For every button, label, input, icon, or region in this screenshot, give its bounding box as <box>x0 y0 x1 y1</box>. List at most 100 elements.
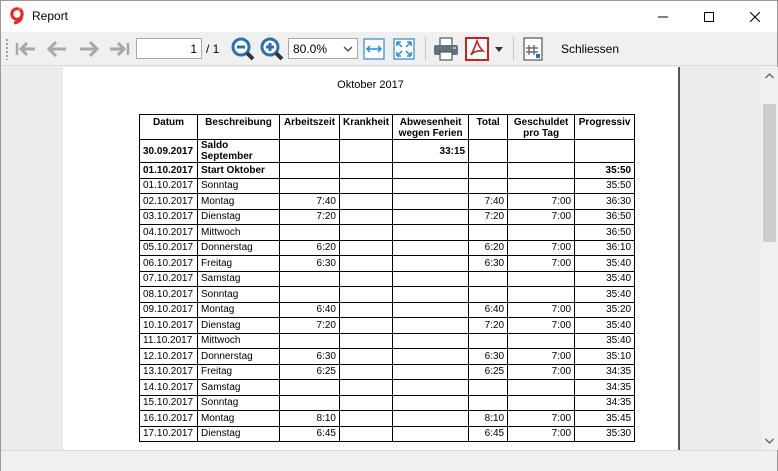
cell-total: 6:45 <box>468 425 509 442</box>
cell-work-time <box>279 286 340 303</box>
close-report-button[interactable]: Schliessen <box>561 42 619 56</box>
print-button[interactable] <box>431 36 461 62</box>
cell-due-per-day: 7:00 <box>507 239 576 256</box>
cell-total <box>468 177 509 194</box>
zoom-select[interactable]: 80.0% <box>288 38 358 59</box>
cell-total <box>468 139 509 163</box>
cell-work-time: 7:20 <box>279 208 340 225</box>
cell-due-per-day <box>507 270 576 287</box>
first-page-button[interactable] <box>13 36 39 62</box>
report-table: Datum Beschreibung Arbeitszeit Krankheit… <box>139 114 636 442</box>
fit-page-button[interactable] <box>392 36 416 62</box>
cell-vacation <box>392 332 470 349</box>
cell-description: Freitag <box>197 363 280 380</box>
cell-work-time: 6:45 <box>279 425 340 442</box>
column-header: Abwesenheit wegen Ferien <box>392 114 470 140</box>
maximize-button[interactable] <box>686 1 732 32</box>
cell-description: Mittwoch <box>197 332 280 349</box>
pdf-export-button[interactable] <box>464 36 490 62</box>
cell-description: Dienstag <box>197 317 280 334</box>
table-row: 08.10.2017 Sonntag 35:40 <box>139 286 636 303</box>
table-row: 16.10.2017 Montag 8:10 8:10 7:00 35:45 <box>139 410 636 427</box>
cell-work-time: 6:20 <box>279 239 340 256</box>
column-header: Krankheit <box>338 114 394 140</box>
vertical-scrollbar[interactable] <box>761 67 778 450</box>
app-logo-icon <box>10 7 24 25</box>
zoom-out-button[interactable] <box>230 36 256 62</box>
cell-due-per-day: 7:00 <box>507 317 576 334</box>
previous-page-button[interactable] <box>43 36 71 62</box>
minimize-button[interactable] <box>640 1 686 32</box>
cell-sickness <box>338 255 394 272</box>
cell-date: 04.10.2017 <box>139 224 198 241</box>
cell-date: 16.10.2017 <box>139 410 198 427</box>
cell-due-per-day <box>507 379 576 396</box>
last-page-button[interactable] <box>105 36 133 62</box>
cell-work-time: 6:25 <box>279 363 340 380</box>
report-window: Report 1 / 1 80.0% Schliessen Oktober 20… <box>0 0 778 471</box>
cell-date: 06.10.2017 <box>139 255 198 272</box>
cell-progressive: 36:10 <box>574 239 636 256</box>
cell-description: Freitag <box>197 255 280 272</box>
cell-due-per-day <box>507 139 576 163</box>
cell-date: 02.10.2017 <box>139 193 198 210</box>
last-page-icon <box>110 41 130 57</box>
column-header: Beschreibung <box>197 114 280 140</box>
fit-width-button[interactable] <box>362 36 386 62</box>
pdf-export-dropdown[interactable] <box>492 36 506 62</box>
toolbar-grip[interactable] <box>6 38 8 60</box>
cell-progressive: 34:35 <box>574 394 636 411</box>
cell-total: 6:30 <box>468 255 509 272</box>
pdf-export-icon <box>465 37 489 61</box>
cell-progressive: 34:35 <box>574 379 636 396</box>
cell-vacation <box>392 224 470 241</box>
report-viewer: Oktober 2017 Datum Beschreibung Arbeitsz… <box>1 67 761 450</box>
table-row: 10.10.2017 Dienstag 7:20 7:20 7:00 35:40 <box>139 317 636 334</box>
cell-date: 13.10.2017 <box>139 363 198 380</box>
table-row: 13.10.2017 Freitag 6:25 6:25 7:00 34:35 <box>139 363 636 380</box>
table-row: 05.10.2017 Donnerstag 6:20 6:20 7:00 36:10 <box>139 239 636 256</box>
calculator-button[interactable] <box>520 36 546 62</box>
report-title: Oktober 2017 <box>337 79 404 91</box>
cell-vacation <box>392 301 470 318</box>
table-header-row: Datum Beschreibung Arbeitszeit Krankheit… <box>139 114 636 140</box>
cell-vacation <box>392 363 470 380</box>
cell-total: 7:40 <box>468 193 509 210</box>
cell-work-time: 7:40 <box>279 193 340 210</box>
cell-date: 10.10.2017 <box>139 317 198 334</box>
cell-progressive: 35:40 <box>574 255 636 272</box>
cell-sickness <box>338 394 394 411</box>
cell-due-per-day: 7:00 <box>507 425 576 442</box>
window-title: Report <box>32 9 69 23</box>
table-row: 03.10.2017 Dienstag 7:20 7:20 7:00 36:50 <box>139 208 636 225</box>
cell-sickness <box>338 363 394 380</box>
cell-date: 03.10.2017 <box>139 208 198 225</box>
cell-due-per-day <box>507 177 576 194</box>
cell-total: 7:20 <box>468 317 509 334</box>
page-number-input[interactable]: 1 <box>136 38 202 59</box>
scroll-up-icon <box>765 73 774 79</box>
print-icon <box>434 37 458 61</box>
cell-sickness <box>338 301 394 318</box>
cell-description: Donnerstag <box>197 348 280 365</box>
cell-due-per-day: 7:00 <box>507 208 576 225</box>
close-window-button[interactable] <box>732 1 778 32</box>
cell-date: 05.10.2017 <box>139 239 198 256</box>
cell-date: 30.09.2017 <box>139 139 198 163</box>
cell-sickness <box>338 139 394 163</box>
cell-total: 6:40 <box>468 301 509 318</box>
cell-due-per-day: 7:00 <box>507 363 576 380</box>
toolbar-separator <box>425 37 426 61</box>
cell-total: 8:10 <box>468 410 509 427</box>
next-page-icon <box>80 40 100 58</box>
cell-work-time: 6:40 <box>279 301 340 318</box>
next-page-button[interactable] <box>75 36 103 62</box>
chevron-down-icon <box>343 46 353 52</box>
toolbar: 1 / 1 80.0% Schliessen <box>1 32 777 66</box>
status-bar <box>1 450 777 471</box>
cell-sickness <box>338 379 394 396</box>
table-row: 07.10.2017 Samstag 35:40 <box>139 270 636 287</box>
scrollbar-thumb[interactable] <box>763 104 776 242</box>
cell-date: 11.10.2017 <box>139 332 198 349</box>
zoom-in-button[interactable] <box>259 36 285 62</box>
